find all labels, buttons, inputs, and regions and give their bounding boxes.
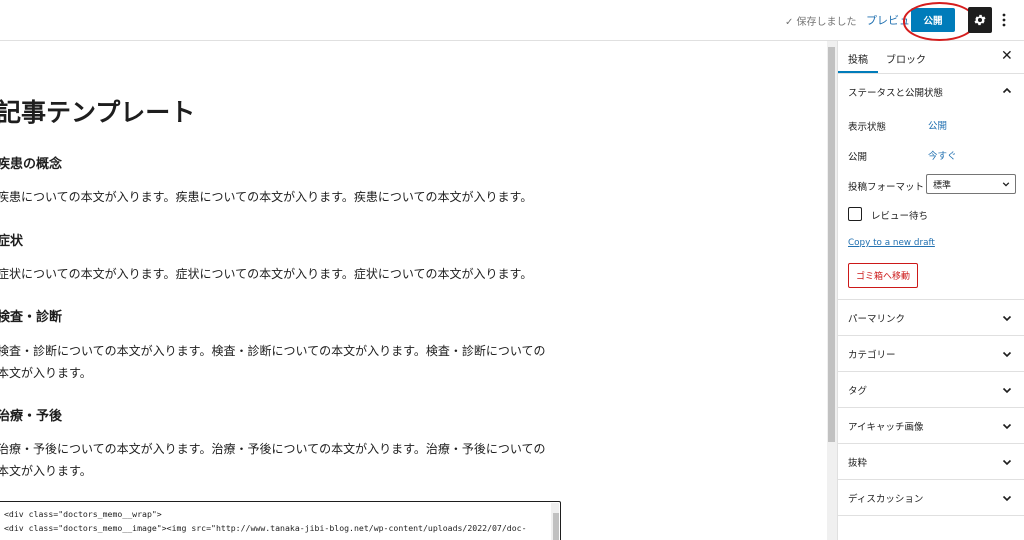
post-format-label: 投稿フォーマット: [848, 182, 925, 193]
panel-title-categories[interactable]: カテゴリー: [848, 347, 896, 361]
block-paragraph[interactable]: 検査・診断についての本文が入ります。検査・診断についての本文が入ります。検査・診…: [0, 340, 546, 362]
code-line: <div class="doctors_memo__wrap">: [4, 509, 162, 519]
post-format-select[interactable]: 標準: [926, 174, 1016, 194]
post-format-value: 標準: [933, 181, 952, 191]
publish-date-label: 公開: [848, 152, 868, 163]
panel-divider: [838, 479, 1024, 480]
block-paragraph[interactable]: 症状についての本文が入ります。症状についての本文が入ります。症状についての本文が…: [0, 263, 532, 285]
more-vertical-icon: [1002, 13, 1006, 27]
code-line: <div class="doctors_memo__image"><img sr…: [4, 523, 527, 533]
chevron-down-icon[interactable]: [1002, 457, 1012, 467]
panel-title-discussion[interactable]: ディスカッション: [848, 491, 923, 505]
panel-divider: [838, 515, 1024, 516]
saved-status: ✓ 保存しました: [785, 17, 857, 28]
settings-button[interactable]: [968, 7, 992, 33]
copy-to-draft-link[interactable]: Copy to a new draft: [848, 238, 935, 248]
html-code-block[interactable]: <div class="doctors_memo__wrap"> <div cl…: [0, 501, 561, 540]
sidebar-tabs: 投稿 ブロック ✕: [838, 41, 1024, 74]
block-paragraph-continued[interactable]: 本文が入ります。: [0, 460, 92, 482]
chevron-down-icon[interactable]: [1002, 385, 1012, 395]
chevron-down-icon[interactable]: [1002, 313, 1012, 323]
panel-title-status[interactable]: ステータスと公開状態: [848, 85, 943, 99]
post-title[interactable]: 記事テンプレート: [0, 93, 195, 129]
block-heading[interactable]: 治療・予後: [0, 405, 62, 424]
panel-title-permalink[interactable]: パーマリンク: [848, 311, 905, 325]
gear-icon: [974, 14, 986, 26]
block-heading[interactable]: 症状: [0, 230, 23, 249]
pending-review-checkbox[interactable]: [848, 207, 862, 221]
panel-divider: [838, 299, 1024, 300]
move-to-trash-button[interactable]: ゴミ箱へ移動: [848, 263, 918, 288]
panel-divider: [838, 443, 1024, 444]
panel-divider: [838, 407, 1024, 408]
block-paragraph[interactable]: 治療・予後についての本文が入ります。治療・予後についての本文が入ります。治療・予…: [0, 438, 546, 460]
highlight-annotation: [903, 2, 976, 41]
block-paragraph-continued[interactable]: 本文が入ります。: [0, 362, 92, 384]
panel-divider: [838, 371, 1024, 372]
panel-title-featured-image[interactable]: アイキャッチ画像: [848, 419, 924, 433]
publish-date-toggle[interactable]: 今すぐ: [928, 148, 957, 162]
settings-sidebar: 投稿 ブロック ✕ ステータスと公開状態 表示状態 公開 公開 今すぐ 投稿フォ…: [837, 41, 1024, 540]
editor-scrollbar-thumb[interactable]: [828, 47, 835, 442]
chevron-down-icon: [1002, 182, 1010, 187]
close-sidebar-icon[interactable]: ✕: [1001, 48, 1013, 64]
block-heading[interactable]: 疾患の概念: [0, 153, 62, 172]
block-heading[interactable]: 検査・診断: [0, 306, 62, 325]
more-options-button[interactable]: [997, 7, 1011, 33]
editor-scrollbar[interactable]: [827, 41, 837, 540]
block-paragraph[interactable]: 疾患についての本文が入ります。疾患についての本文が入ります。疾患についての本文が…: [0, 186, 532, 208]
editor-header: ✓ 保存しました プレビュー 公開: [0, 0, 1024, 41]
visibility-label: 表示状態: [848, 122, 887, 133]
panel-title-tags[interactable]: タグ: [848, 383, 867, 397]
code-scrollbar-thumb[interactable]: [553, 513, 559, 540]
chevron-down-icon[interactable]: [1002, 493, 1012, 503]
tab-post[interactable]: 投稿: [838, 51, 878, 73]
pending-review-label[interactable]: レビュー待ち: [871, 208, 928, 222]
visibility-toggle[interactable]: 公開: [928, 118, 947, 132]
chevron-up-icon[interactable]: [1002, 86, 1012, 96]
chevron-down-icon[interactable]: [1002, 349, 1012, 359]
editor-canvas[interactable]: 記事テンプレート 疾患の概念 疾患についての本文が入ります。疾患についての本文が…: [0, 41, 827, 540]
panel-divider: [838, 335, 1024, 336]
tab-block[interactable]: ブロック: [886, 51, 926, 66]
chevron-down-icon[interactable]: [1002, 421, 1012, 431]
panel-title-excerpt[interactable]: 抜粋: [848, 455, 867, 469]
